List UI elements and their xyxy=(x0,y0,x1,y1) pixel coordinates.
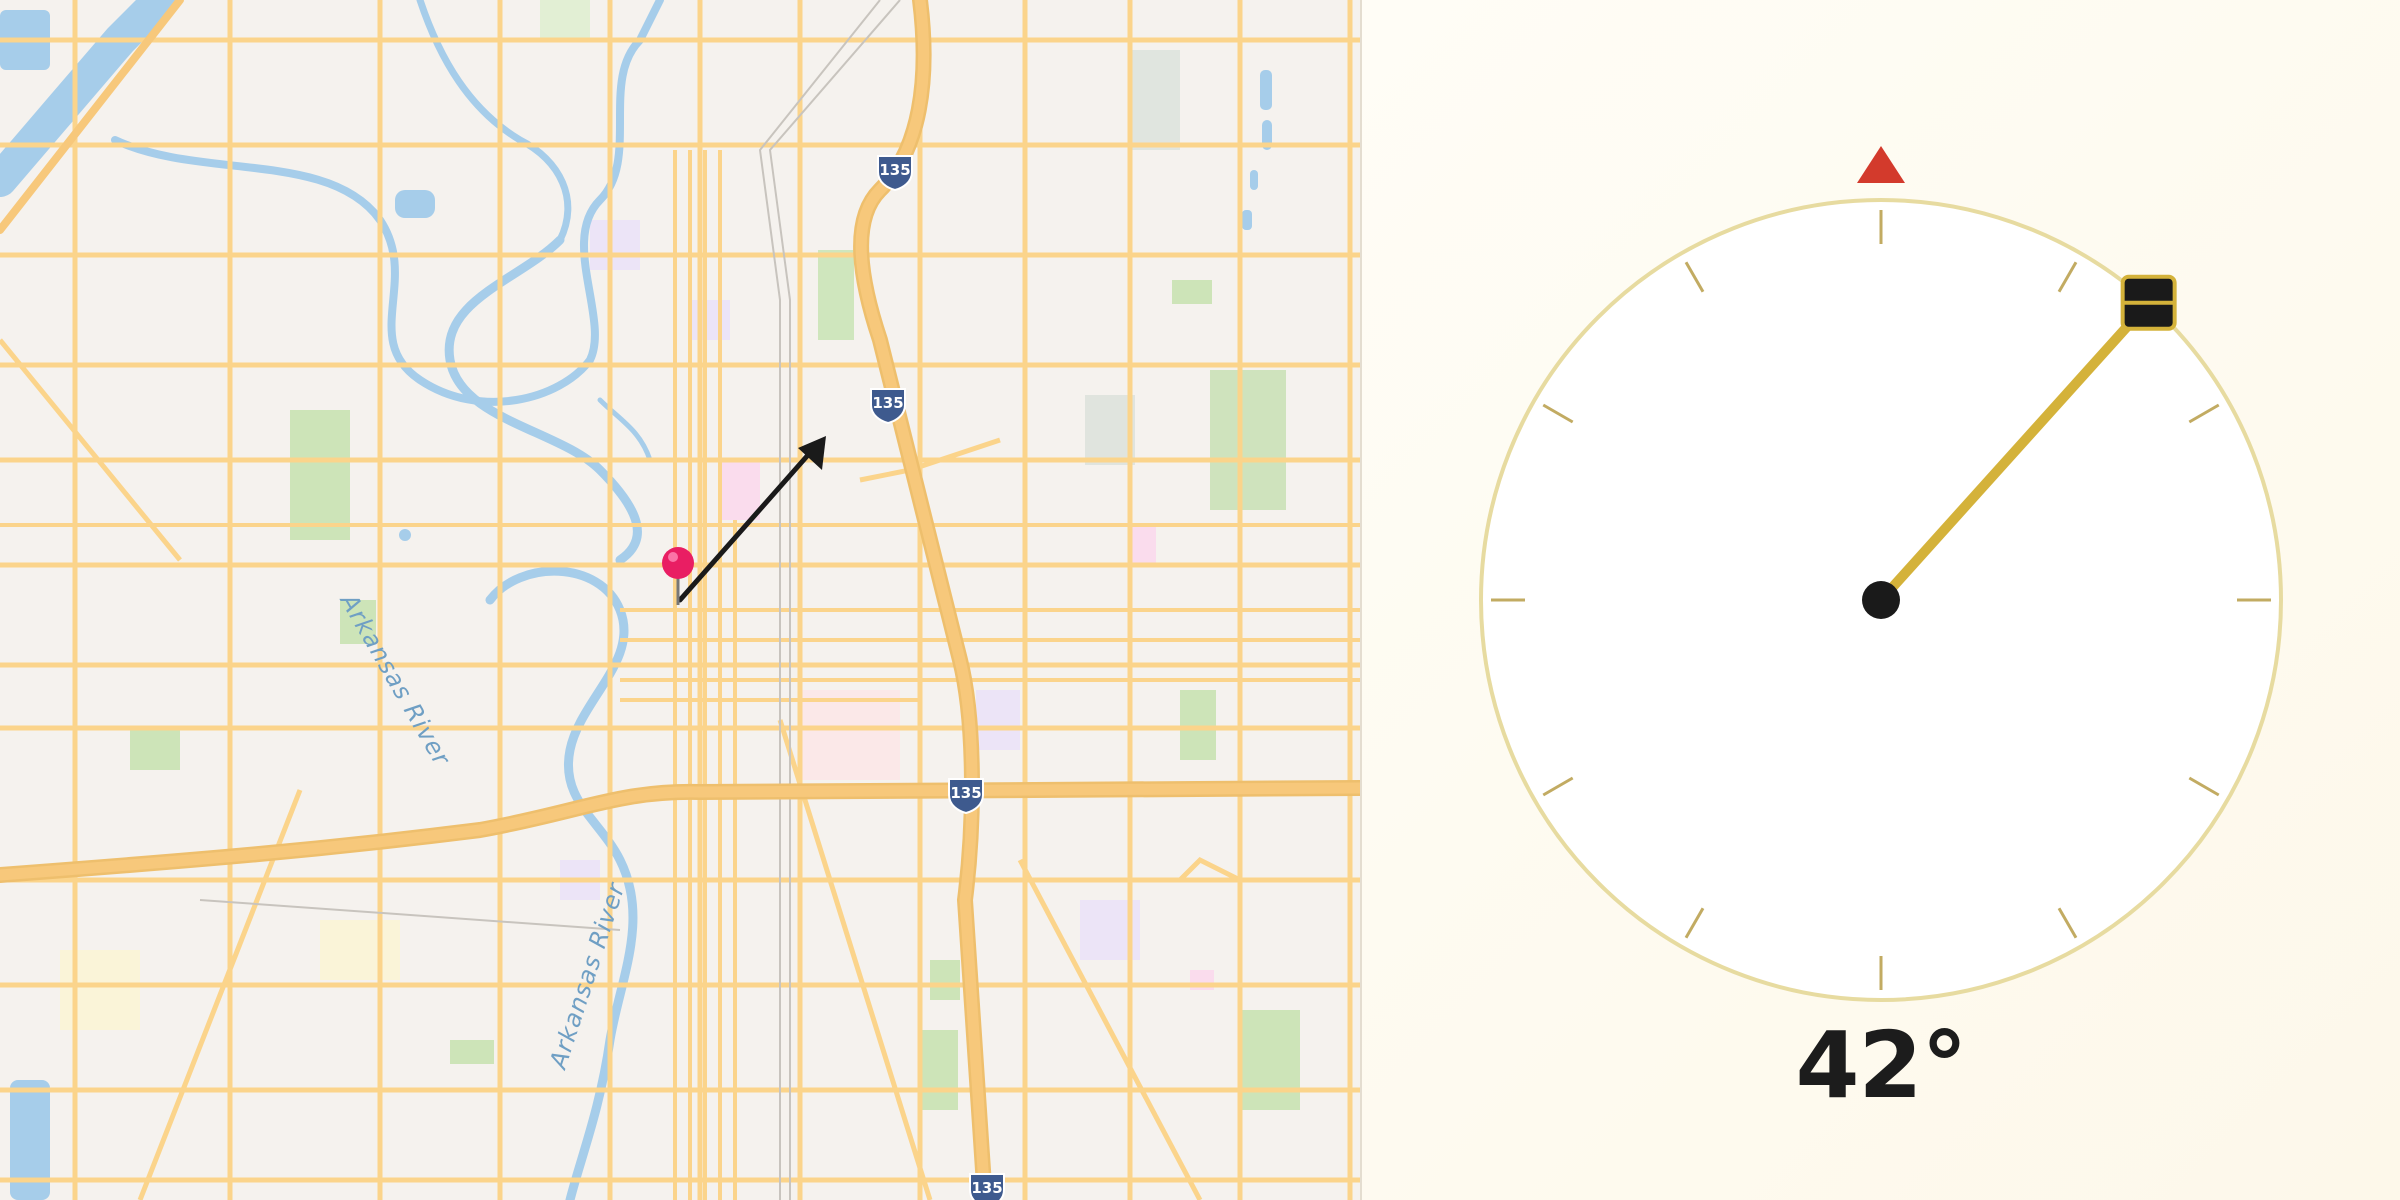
pivot-icon xyxy=(1862,581,1900,619)
svg-text:135: 135 xyxy=(950,784,981,802)
svg-text:135: 135 xyxy=(971,1179,1002,1197)
interstate-shield-icon: 135 xyxy=(877,155,913,192)
interstate-shield-icon: 135 xyxy=(870,388,906,425)
map-panel[interactable]: 135 135 135 135 Arkansas River Arkansas … xyxy=(0,0,1360,1200)
needle-handle-icon[interactable] xyxy=(2120,274,2177,331)
app-root: 135 135 135 135 Arkansas River Arkansas … xyxy=(0,0,2400,1200)
compass-panel: 42° xyxy=(1362,0,2400,1200)
svg-text:135: 135 xyxy=(872,394,903,412)
interstate-shield-icon: 135 xyxy=(948,778,984,815)
interstate-shield-icon: 135 xyxy=(969,1173,1005,1200)
map-canvas[interactable]: 135 135 135 135 Arkansas River Arkansas … xyxy=(0,0,1360,1200)
svg-text:135: 135 xyxy=(879,161,910,179)
north-marker-icon xyxy=(1857,146,1905,183)
heading-readout: 42° xyxy=(1795,1012,1967,1119)
